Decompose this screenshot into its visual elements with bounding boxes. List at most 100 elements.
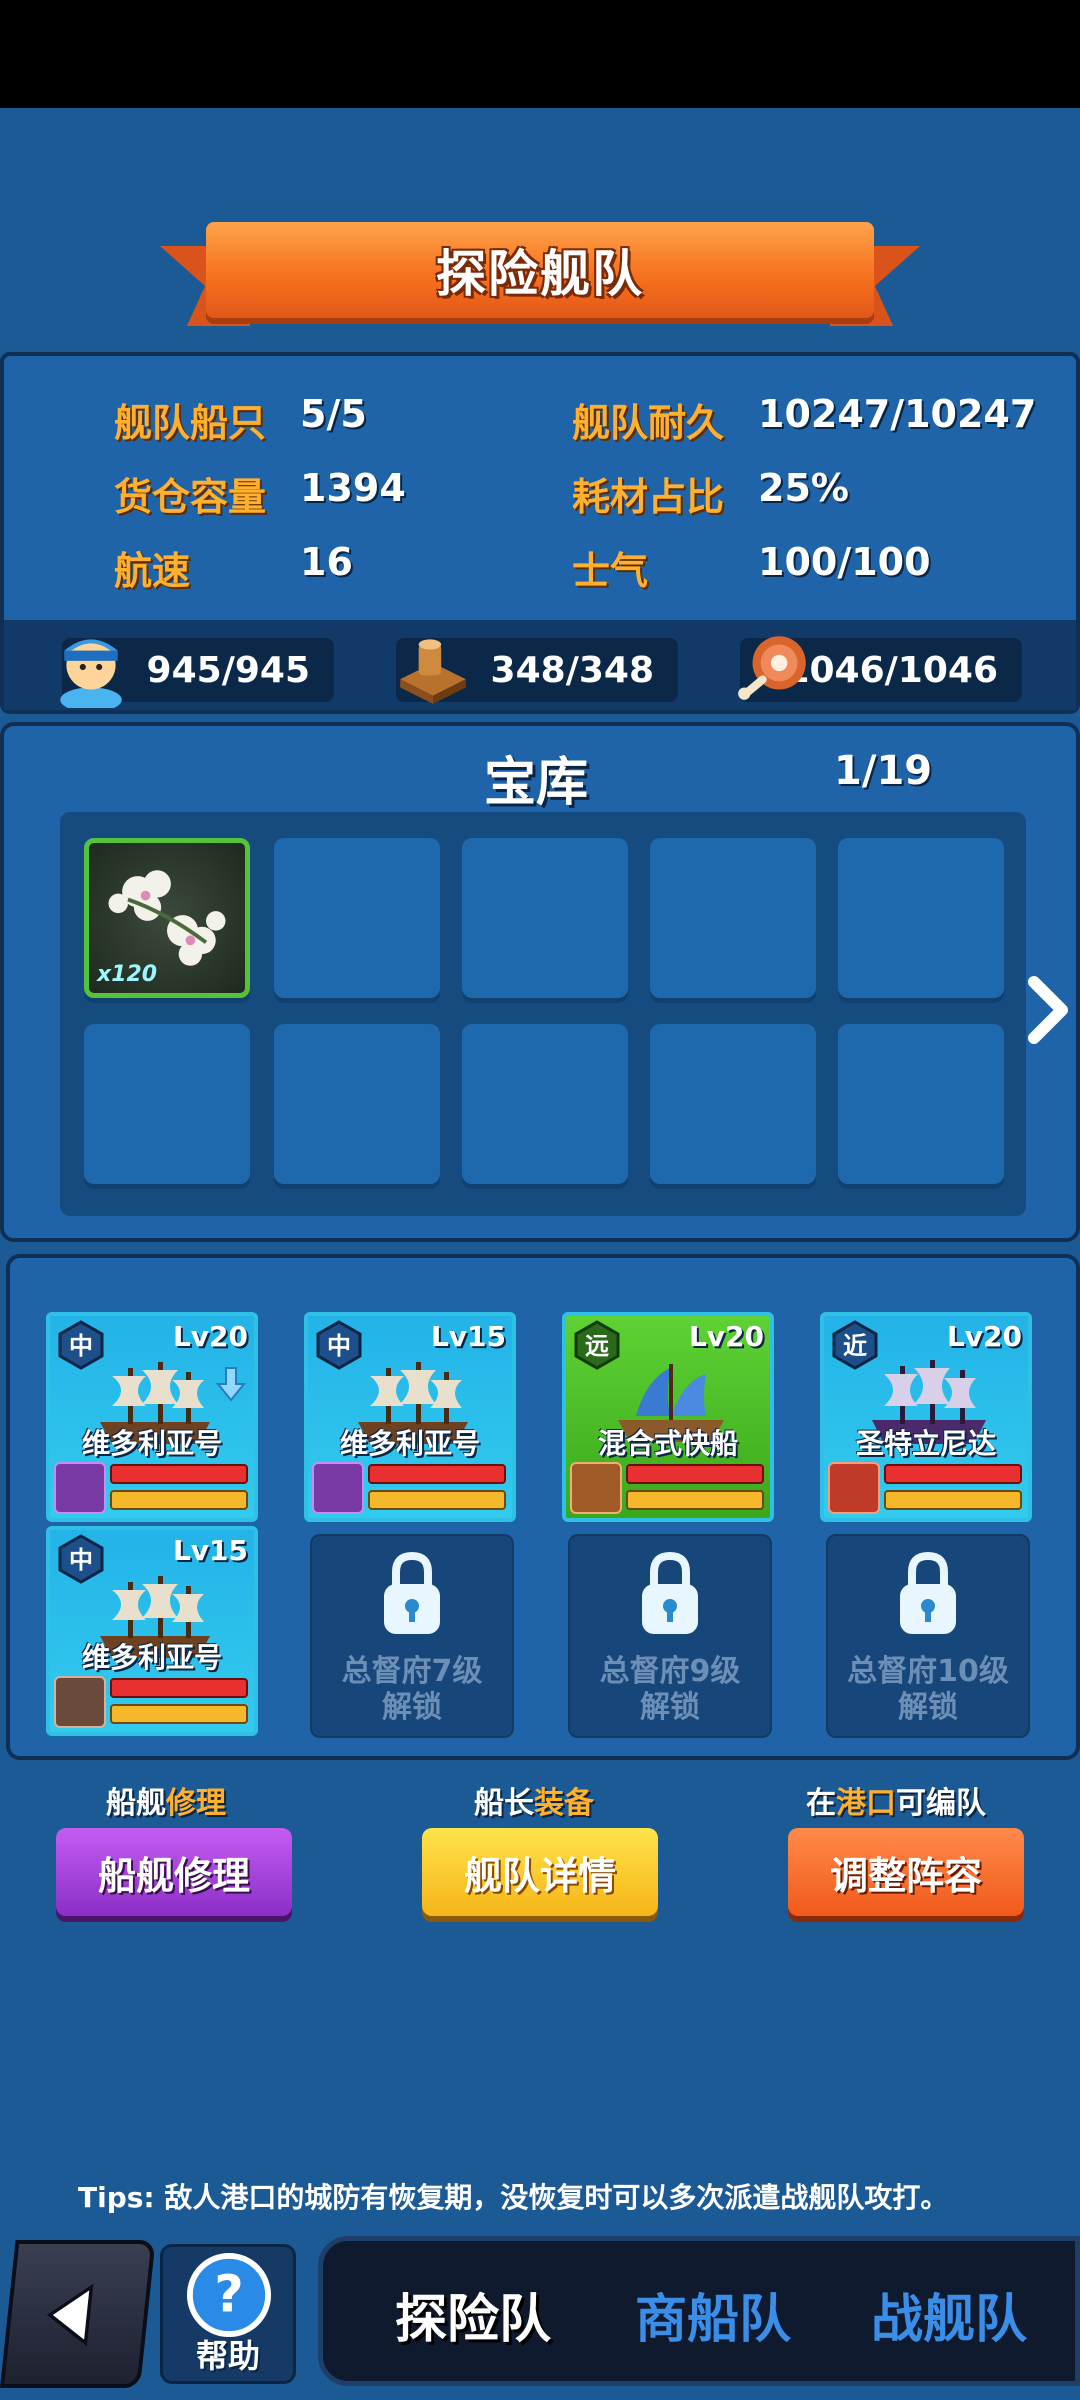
fleet-tab-bar: 探险队 商船队 战舰队 [318, 2236, 1080, 2386]
supply-bar [884, 1490, 1022, 1510]
ship-class: 远 [585, 1332, 609, 1360]
svg-text:?: ? [214, 2265, 243, 2324]
help-icon: ? [186, 2252, 272, 2338]
tab-merchant-fleet[interactable]: 商船队 [635, 2277, 791, 2352]
resource-bar: 945/945 348/348 1046/1046 [4, 620, 1076, 710]
ship-card[interactable]: 中 Lv20 维多利亚号 [46, 1312, 258, 1522]
vault-slot-empty[interactable] [462, 1024, 628, 1184]
back-arrow-icon [46, 2283, 94, 2347]
status-bar [0, 0, 1080, 108]
meat-icon [738, 636, 806, 700]
supply-bar [110, 1704, 248, 1724]
captain-avatar [312, 1462, 364, 1514]
stat-speed-label: 航速 [114, 549, 191, 593]
ship-level: Lv20 [172, 1320, 248, 1353]
port-hint: 在港口可编队 [806, 1778, 986, 1822]
ship-card[interactable]: 近 Lv20 圣特立尼达 [820, 1312, 1032, 1522]
ship-class: 中 [69, 1332, 93, 1360]
unlock-requirement: 总督府7级 [341, 1654, 483, 1689]
stat-consumable: 耗材占比 25% [572, 466, 849, 521]
chevron-right-icon[interactable] [1020, 970, 1080, 1050]
equip-hint-a: 船长 [474, 1786, 534, 1821]
captain-avatar [54, 1462, 106, 1514]
vault-slot-empty[interactable] [838, 1024, 1004, 1184]
ship-level: Lv20 [946, 1320, 1022, 1353]
stat-ships-label: 舰队船只 [114, 401, 267, 445]
help-button[interactable]: ? 帮助 [160, 2244, 296, 2384]
equip-hint-b: 装备 [534, 1786, 594, 1821]
repair-hint-b: 修理 [166, 1786, 226, 1821]
ship-card[interactable]: 远 Lv20 混合式快船 [562, 1312, 774, 1522]
captain-avatar [54, 1676, 106, 1728]
repair-hint-a: 船舰 [106, 1786, 166, 1821]
stat-morale-label: 士气 [572, 549, 649, 593]
item-quantity: x120 [97, 962, 158, 987]
captain-avatar [570, 1462, 622, 1514]
hp-bar [884, 1464, 1022, 1484]
repair-hint: 船舰修理 [106, 1778, 226, 1822]
hp-bar [368, 1464, 506, 1484]
stat-ships: 舰队船只 5/5 [114, 392, 367, 447]
vault-count: 1/19 [834, 748, 933, 794]
ship-repair-button[interactable]: 船舰修理 [56, 1828, 292, 1916]
stat-cargo-label: 货仓容量 [114, 475, 267, 519]
ship-name: 维多利亚号 [81, 1427, 222, 1460]
back-button[interactable] [0, 2240, 156, 2388]
page-title: 探险舰队 [436, 245, 644, 303]
down-arrow-icon [216, 1367, 246, 1402]
crew-value: 945/945 [146, 649, 310, 691]
adjust-lineup-button[interactable]: 调整阵容 [788, 1828, 1024, 1916]
locked-ship-slot[interactable]: 总督府10级 解锁 [826, 1534, 1030, 1738]
ship-class: 中 [327, 1332, 351, 1360]
stat-consumable-value: 25% [758, 466, 849, 510]
stat-cargo: 货仓容量 1394 [114, 466, 406, 521]
ship-card[interactable]: 中 Lv15 维多利亚号 [304, 1312, 516, 1522]
hp-bar [110, 1678, 248, 1698]
ship-card[interactable]: 中 Lv15 维多利亚号 [46, 1526, 258, 1736]
vault-slot-empty[interactable] [84, 1024, 250, 1184]
vault-slot-empty[interactable] [274, 1024, 440, 1184]
ship-name: 圣特立尼达 [855, 1427, 996, 1460]
vault-slot-empty[interactable] [838, 838, 1004, 998]
captain-avatar [828, 1462, 880, 1514]
supply-bar [110, 1490, 248, 1510]
port-hint-b: 港口 [836, 1786, 896, 1821]
locked-ship-slot[interactable]: 总督府9级 解锁 [568, 1534, 772, 1738]
food-value: 1046/1046 [784, 649, 998, 691]
unlock-label: 解锁 [382, 1690, 442, 1725]
stat-morale: 士气 100/100 [572, 540, 931, 595]
ship-name: 混合式快船 [597, 1427, 738, 1460]
stat-durability-value: 10247/10247 [758, 392, 1037, 436]
locked-ship-slot[interactable]: 总督府7级 解锁 [310, 1534, 514, 1738]
equip-hint: 船长装备 [474, 1778, 594, 1822]
tab-exploration-fleet[interactable]: 探险队 [395, 2277, 551, 2352]
ship-level: Lv15 [430, 1320, 506, 1353]
vault-slot-empty[interactable] [650, 838, 816, 998]
stat-speed-value: 16 [300, 540, 353, 584]
unlock-requirement: 总督府10级 [847, 1654, 1009, 1689]
tab-battle-fleet[interactable]: 战舰队 [871, 2277, 1027, 2352]
ship-class: 近 [843, 1332, 867, 1360]
unlock-label: 解锁 [640, 1690, 700, 1725]
hp-bar [110, 1464, 248, 1484]
vault-slot-empty[interactable] [462, 838, 628, 998]
unlock-label: 解锁 [898, 1690, 958, 1725]
ship-name: 维多利亚号 [339, 1427, 480, 1460]
port-hint-a: 在 [806, 1786, 836, 1821]
fleet-details-button[interactable]: 舰队详情 [422, 1828, 658, 1916]
unlock-requirement: 总督府9级 [599, 1654, 741, 1689]
vault-slot-item[interactable]: x120 [84, 838, 250, 998]
stat-speed: 航速 16 [114, 540, 353, 595]
vault-grid: x120 [60, 812, 1026, 1216]
tips-text: Tips: 敌人港口的城防有恢复期，没恢复时可以多次派遣战舰队攻打。 [78, 2181, 949, 2214]
port-hint-c: 可编队 [896, 1786, 986, 1821]
supply-bar [368, 1490, 506, 1510]
vault-slot-empty[interactable] [650, 1024, 816, 1184]
fleet-stats-panel: 舰队船只 5/5 舰队耐久 10247/10247 货仓容量 1394 耗材占比… [0, 352, 1080, 714]
supply-bar [626, 1490, 764, 1510]
fleet-panel: 中 Lv20 维多利亚号 中 Lv15 维多利亚号 远 Lv20 混合式快船 近… [6, 1254, 1080, 1760]
lock-icon [384, 1551, 440, 1634]
vault-slot-empty[interactable] [274, 838, 440, 998]
ship-level: Lv20 [688, 1320, 764, 1353]
wood-value: 348/348 [490, 649, 654, 691]
